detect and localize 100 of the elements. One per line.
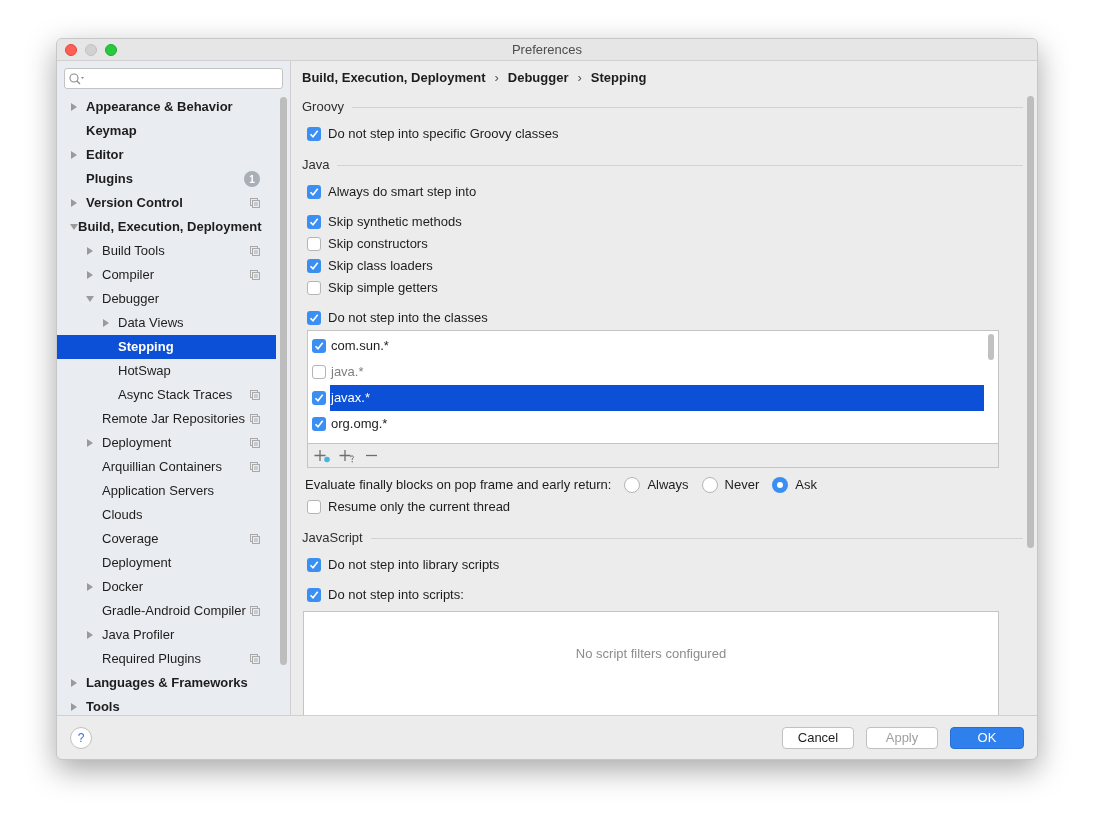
- tree-item-label: Required Plugins: [102, 650, 201, 669]
- class-pattern[interactable]: org.omg.*: [330, 411, 984, 437]
- tree-item[interactable]: Plugins 1: [57, 167, 276, 191]
- tree-item-label: HotSwap: [118, 362, 171, 381]
- search-icon: [69, 72, 85, 85]
- collapsed-arrow-icon[interactable]: [86, 439, 94, 447]
- copy-icon: [250, 246, 260, 256]
- dialog-button[interactable]: OK: [950, 726, 1024, 749]
- add-pattern-icon[interactable]: [339, 448, 355, 463]
- copy-icon: [250, 462, 260, 472]
- tree-item[interactable]: Appearance & Behavior: [57, 95, 276, 119]
- checkbox-label: Skip synthetic methods: [328, 213, 462, 232]
- count-badge: 1: [244, 171, 260, 187]
- zoom-window-button[interactable]: [105, 43, 117, 56]
- radio-button[interactable]: [624, 477, 641, 493]
- help-button[interactable]: ?: [70, 726, 92, 749]
- copy-icon: [250, 390, 260, 400]
- tree-item-label: Deployment: [102, 434, 172, 453]
- collapsed-arrow-icon[interactable]: [70, 151, 78, 159]
- tree-item-label: Coverage: [102, 530, 159, 549]
- add-class-icon[interactable]: [314, 448, 330, 463]
- tree-item[interactable]: Deployment: [57, 551, 276, 575]
- scrollbar-thumb[interactable]: [279, 97, 287, 665]
- breadcrumb-separator: ›: [494, 69, 499, 88]
- radio-group-label: Evaluate finally blocks on pop frame and early return:: [305, 476, 612, 495]
- tree-item[interactable]: Async Stack Traces: [57, 383, 276, 407]
- collapsed-arrow-icon[interactable]: [86, 271, 94, 279]
- checkbox[interactable]: [312, 365, 326, 379]
- radio-button[interactable]: [701, 477, 718, 493]
- checkbox[interactable]: [307, 185, 321, 199]
- tree-item-label: Stepping: [118, 338, 174, 357]
- expanded-arrow-icon[interactable]: [86, 295, 94, 303]
- checkbox-label: Do not step into the classes: [328, 309, 488, 328]
- scrollbar-thumb[interactable]: [988, 334, 994, 360]
- tree-item[interactable]: Tools: [57, 695, 276, 715]
- tree-item[interactable]: Data Views: [57, 311, 276, 335]
- tree-item[interactable]: Remote Jar Repositories: [57, 407, 276, 431]
- scrollbar-thumb[interactable]: [1026, 96, 1034, 548]
- collapsed-arrow-icon[interactable]: [86, 247, 94, 255]
- copy-icon: [250, 438, 260, 448]
- copy-icon: [250, 270, 260, 280]
- tree-item[interactable]: Docker: [57, 575, 276, 599]
- section-title: JavaScript: [302, 529, 363, 548]
- checkbox[interactable]: [312, 339, 326, 353]
- tree-item[interactable]: Application Servers: [57, 479, 276, 503]
- tree-item[interactable]: Version Control: [57, 191, 276, 215]
- class-pattern[interactable]: javax.*: [330, 385, 984, 411]
- tree-item[interactable]: Required Plugins: [57, 647, 276, 671]
- checkbox[interactable]: [307, 558, 321, 572]
- tree-item[interactable]: Build Tools: [57, 239, 276, 263]
- checkbox-label: Always do smart step into: [328, 183, 477, 202]
- breadcrumb-item: Debugger: [507, 69, 569, 88]
- tree-item-label: Debugger: [102, 290, 160, 309]
- tree-item[interactable]: Deployment: [57, 431, 276, 455]
- checkbox[interactable]: [307, 215, 321, 229]
- tree-item[interactable]: Keymap: [57, 119, 276, 143]
- tree-item[interactable]: Editor: [57, 143, 276, 167]
- class-pattern[interactable]: java.*: [330, 359, 984, 385]
- collapsed-arrow-icon[interactable]: [86, 583, 94, 591]
- tree-item-label: Languages & Frameworks: [86, 674, 248, 693]
- checkbox[interactable]: [307, 281, 321, 295]
- collapsed-arrow-icon[interactable]: [102, 319, 110, 327]
- tree-item[interactable]: Coverage: [57, 527, 276, 551]
- tree-item[interactable]: Debugger: [57, 287, 276, 311]
- minimize-window-button[interactable]: [85, 43, 97, 56]
- checkbox[interactable]: [307, 588, 321, 602]
- radio-label: Always: [647, 476, 689, 495]
- tree-item[interactable]: Arquillian Containers: [57, 455, 276, 479]
- tree-item[interactable]: Languages & Frameworks: [57, 671, 276, 695]
- collapsed-arrow-icon[interactable]: [70, 679, 78, 687]
- tree-item-label: Keymap: [86, 122, 137, 141]
- checkbox[interactable]: [307, 311, 321, 325]
- checkbox[interactable]: [307, 500, 321, 514]
- checkbox[interactable]: [307, 259, 321, 273]
- checkbox[interactable]: [307, 127, 321, 141]
- expanded-arrow-icon[interactable]: [70, 223, 78, 231]
- tree-item[interactable]: Compiler: [57, 263, 276, 287]
- tree-item-label: Arquillian Containers: [102, 458, 222, 477]
- checkbox[interactable]: [307, 237, 321, 251]
- empty-list-text: No script filters configured: [575, 645, 727, 663]
- tree-item-label: Gradle-Android Compiler: [102, 602, 246, 621]
- collapsed-arrow-icon[interactable]: [70, 199, 78, 207]
- tree-item[interactable]: Stepping: [57, 335, 276, 359]
- tree-item-label: Appearance & Behavior: [86, 98, 233, 117]
- collapsed-arrow-icon[interactable]: [70, 103, 78, 111]
- tree-item[interactable]: Gradle-Android Compiler: [57, 599, 276, 623]
- checkbox[interactable]: [312, 417, 326, 431]
- class-pattern[interactable]: com.sun.*: [330, 333, 984, 359]
- tree-item[interactable]: Java Profiler: [57, 623, 276, 647]
- tree-item[interactable]: Build, Execution, Deployment: [57, 215, 276, 239]
- checkbox[interactable]: [312, 391, 326, 405]
- tree-item-label: Remote Jar Repositories: [102, 410, 246, 429]
- dialog-button[interactable]: Cancel: [782, 726, 854, 749]
- tree-item[interactable]: HotSwap: [57, 359, 276, 383]
- collapsed-arrow-icon[interactable]: [70, 703, 78, 711]
- search-field[interactable]: [64, 68, 283, 89]
- tree-item[interactable]: Clouds: [57, 503, 276, 527]
- collapsed-arrow-icon[interactable]: [86, 631, 94, 639]
- radio-button[interactable]: [772, 477, 789, 493]
- close-window-button[interactable]: [65, 43, 77, 56]
